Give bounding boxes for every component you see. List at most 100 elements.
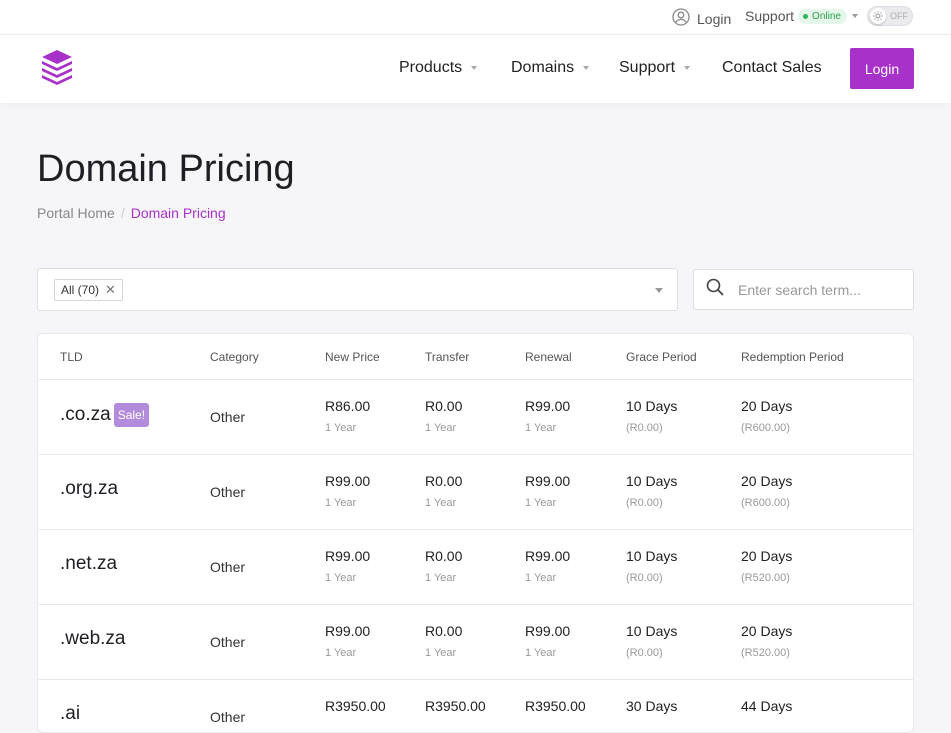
redemption-value: 20 Days bbox=[741, 548, 793, 564]
grace-fee: (R0.00) bbox=[626, 422, 663, 434]
new-price-term: 1 Year bbox=[325, 497, 357, 509]
chevron-down-icon bbox=[471, 66, 478, 70]
column-header-new-price[interactable]: New Price bbox=[325, 350, 380, 364]
renewal-term: 1 Year bbox=[525, 422, 557, 434]
category-cell: Other bbox=[210, 559, 246, 575]
sale-badge: Sale! bbox=[113, 403, 150, 427]
transfer-term: 1 Year bbox=[425, 422, 457, 434]
search-input[interactable] bbox=[736, 280, 890, 299]
column-header-grace-period[interactable]: Grace Period bbox=[626, 350, 697, 364]
nav-domains[interactable]: Domains bbox=[511, 59, 590, 77]
breadcrumb: Portal Home / Domain Pricing bbox=[37, 205, 226, 221]
transfer-term: 1 Year bbox=[425, 572, 457, 584]
sun-icon bbox=[870, 8, 886, 24]
column-header-category[interactable]: Category bbox=[210, 350, 259, 364]
grace-cell: 10 Days (R0.00) bbox=[626, 548, 677, 584]
table-row[interactable]: .web.za Other R99.00 1 Year R0.00 1 Year R… bbox=[38, 604, 913, 680]
redemption-cell: 20 Days (R520.00) bbox=[741, 548, 792, 584]
nav-products[interactable]: Products bbox=[399, 59, 478, 77]
online-dot-icon bbox=[803, 13, 809, 19]
tld-name: .org.za bbox=[60, 478, 119, 499]
nav-domains-label: Domains bbox=[511, 59, 575, 76]
tld-cell: .ai bbox=[60, 703, 80, 725]
column-header-redemption-period[interactable]: Redemption Period bbox=[741, 350, 844, 364]
grace-cell: 10 Days (R0.00) bbox=[626, 398, 677, 434]
topbar-login-link[interactable]: Login bbox=[672, 8, 731, 29]
table-row[interactable]: .co.za Sale! Other R86.00 1 Year R0.00 1 Y… bbox=[38, 379, 913, 455]
breadcrumb-separator: / bbox=[120, 205, 125, 221]
new-price-term: 1 Year bbox=[325, 647, 357, 659]
grace-value: 10 Days bbox=[626, 623, 678, 639]
renewal-value: R99.00 bbox=[525, 548, 571, 564]
online-status-label: Online bbox=[812, 10, 841, 22]
topbar-support-menu[interactable]: Support Online bbox=[745, 8, 858, 24]
transfer-term: 1 Year bbox=[425, 497, 457, 509]
topbar-support-label: Support bbox=[745, 8, 795, 24]
breadcrumb-home-link[interactable]: Portal Home bbox=[37, 205, 115, 221]
dark-mode-toggle[interactable]: OFF bbox=[867, 6, 913, 26]
tld-name: .ai bbox=[60, 703, 81, 724]
category-cell: Other bbox=[210, 709, 246, 725]
redemption-fee: (R600.00) bbox=[741, 422, 790, 434]
close-icon[interactable]: ✕ bbox=[105, 282, 116, 298]
renewal-value: R3950.00 bbox=[525, 698, 586, 714]
table-row[interactable]: .ai Other R3950.00 R3950.00 R3950.00 30 … bbox=[38, 679, 913, 732]
grace-value: 30 Days bbox=[626, 698, 678, 714]
renewal-term: 1 Year bbox=[525, 497, 557, 509]
nav-support[interactable]: Support bbox=[619, 59, 691, 77]
column-header-renewal[interactable]: Renewal bbox=[525, 350, 572, 364]
tld-name: .net.za bbox=[60, 553, 118, 574]
renewal-cell: R99.00 1 Year bbox=[525, 473, 570, 509]
grace-fee: (R0.00) bbox=[626, 497, 663, 509]
column-header-transfer[interactable]: Transfer bbox=[425, 350, 469, 364]
renewal-value: R99.00 bbox=[525, 623, 571, 639]
renewal-term: 1 Year bbox=[525, 572, 557, 584]
brand-logo[interactable] bbox=[40, 49, 74, 92]
online-status-badge: Online bbox=[798, 8, 847, 24]
column-header-tld[interactable]: TLD bbox=[60, 350, 83, 364]
tld-cell: .co.za Sale! bbox=[60, 403, 150, 427]
table-row[interactable]: .net.za Other R99.00 1 Year R0.00 1 Year R… bbox=[38, 529, 913, 605]
login-button[interactable]: Login bbox=[850, 48, 914, 89]
renewal-value: R99.00 bbox=[525, 473, 571, 489]
redemption-value: 20 Days bbox=[741, 623, 793, 639]
top-utility-bar: Login Support Online OFF bbox=[0, 0, 951, 35]
category-cell: Other bbox=[210, 409, 246, 425]
transfer-cell: R0.00 1 Year bbox=[425, 548, 462, 584]
redemption-value: 20 Days bbox=[741, 473, 793, 489]
search-box bbox=[693, 269, 914, 310]
new-price-cell: R3950.00 bbox=[325, 698, 386, 714]
new-price-cell: R99.00 1 Year bbox=[325, 548, 370, 584]
grace-fee: (R0.00) bbox=[626, 647, 663, 659]
transfer-cell: R0.00 1 Year bbox=[425, 398, 462, 434]
category-cell: Other bbox=[210, 484, 246, 500]
new-price-value: R99.00 bbox=[325, 473, 371, 489]
nav-products-label: Products bbox=[399, 59, 463, 76]
new-price-term: 1 Year bbox=[325, 572, 357, 584]
redemption-value: 20 Days bbox=[741, 398, 793, 414]
redemption-cell: 44 Days bbox=[741, 698, 792, 714]
redemption-fee: (R600.00) bbox=[741, 497, 790, 509]
table-header-row: TLD Category New Price Transfer Renewal … bbox=[38, 334, 913, 380]
tld-cell: .org.za bbox=[60, 478, 118, 500]
renewal-cell: R3950.00 bbox=[525, 698, 586, 714]
grace-value: 10 Days bbox=[626, 398, 678, 414]
tld-name: .web.za bbox=[60, 628, 126, 649]
new-price-term: 1 Year bbox=[325, 422, 357, 434]
chevron-down-icon bbox=[684, 66, 691, 70]
grace-cell: 10 Days (R0.00) bbox=[626, 623, 677, 659]
table-row[interactable]: .org.za Other R99.00 1 Year R0.00 1 Year R… bbox=[38, 454, 913, 530]
transfer-value: R0.00 bbox=[425, 623, 463, 639]
new-price-cell: R99.00 1 Year bbox=[325, 623, 370, 659]
new-price-value: R99.00 bbox=[325, 623, 371, 639]
new-price-cell: R99.00 1 Year bbox=[325, 473, 370, 509]
user-circle-icon bbox=[672, 8, 690, 29]
chevron-down-icon[interactable] bbox=[655, 288, 663, 293]
pricing-table: TLD Category New Price Transfer Renewal … bbox=[37, 333, 914, 733]
filter-chip-label: All (70) bbox=[61, 283, 100, 297]
nav-contact-sales[interactable]: Contact Sales bbox=[722, 59, 822, 77]
new-price-value: R99.00 bbox=[325, 548, 371, 564]
category-filter-select[interactable]: All (70) ✕ bbox=[37, 268, 678, 311]
filter-chip: All (70) ✕ bbox=[54, 279, 123, 301]
renewal-cell: R99.00 1 Year bbox=[525, 548, 570, 584]
